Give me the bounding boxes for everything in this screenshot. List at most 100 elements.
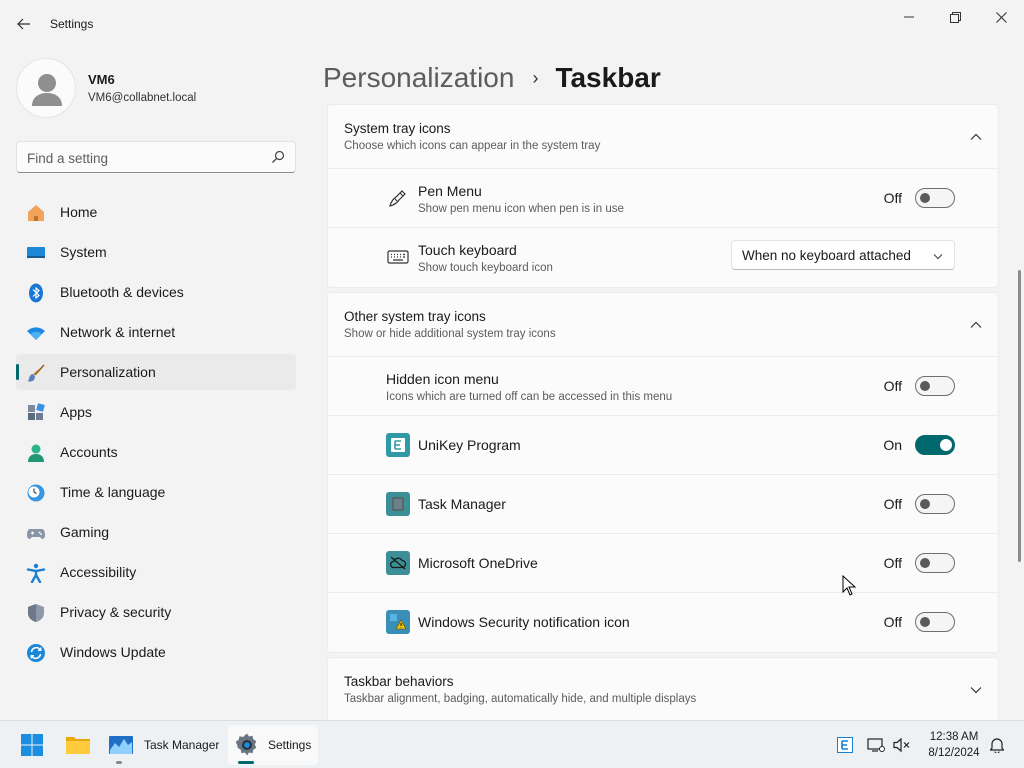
back-button[interactable] <box>12 12 36 36</box>
user-name: VM6 <box>88 72 115 87</box>
sidebar-item-accounts[interactable]: Accounts <box>16 434 296 470</box>
tray-volume[interactable] <box>890 725 914 765</box>
sidebar-item-accessibility[interactable]: Accessibility <box>16 554 296 590</box>
restore-icon <box>949 11 961 23</box>
unikey-toggle[interactable] <box>915 435 955 455</box>
sidebar-item-system[interactable]: System <box>16 234 296 270</box>
windows-security-toggle[interactable] <box>915 612 955 632</box>
start-button[interactable] <box>12 725 52 765</box>
onedrive-cloud-off-glyph <box>390 556 407 570</box>
taskbar-task-manager[interactable]: Task Manager <box>104 725 222 765</box>
dropdown-selected-value: When no keyboard attached <box>742 248 911 263</box>
unikey-tray-icon <box>837 737 853 753</box>
search-input[interactable] <box>27 148 267 168</box>
section-subtitle: Choose which icons can appear in the sys… <box>344 140 601 152</box>
taskbar-settings[interactable]: Settings <box>228 725 318 765</box>
hidden-icon-menu-row: Hidden icon menu Icons which are turned … <box>328 357 998 416</box>
system-icon <box>27 247 45 258</box>
system-tray-icons-section: System tray icons Choose which icons can… <box>327 104 999 288</box>
setting-title: Windows Security notification icon <box>418 614 630 630</box>
wifi-icon <box>27 327 45 340</box>
taskbar-behaviors-section[interactable]: Taskbar behaviors Taskbar alignment, bad… <box>327 657 999 720</box>
taskbar-file-explorer[interactable] <box>58 725 98 765</box>
taskbar-behaviors-header[interactable]: Taskbar behaviors Taskbar alignment, bad… <box>328 658 998 720</box>
user-profile[interactable]: VM6 VM6@collabnet.local <box>16 58 306 120</box>
sidebar-item-label: System <box>60 244 107 260</box>
sidebar-item-home[interactable]: Home <box>16 194 296 230</box>
setting-title: Microsoft OneDrive <box>418 555 538 571</box>
accessibility-icon <box>26 563 46 583</box>
taskbar-clock[interactable]: 12:38 AM 8/12/2024 <box>918 729 990 761</box>
restore-button[interactable] <box>932 6 978 28</box>
section-title: Taskbar behaviors <box>344 674 454 689</box>
settings-search[interactable] <box>16 141 296 173</box>
sidebar-item-network[interactable]: Network & internet <box>16 314 296 350</box>
chevron-down-icon[interactable] <box>968 682 984 698</box>
toggle-state-label: Off <box>883 555 902 571</box>
user-email: VM6@collabnet.local <box>88 92 197 104</box>
unikey-icon <box>386 433 410 457</box>
close-button[interactable] <box>978 6 1024 28</box>
toggle-knob <box>920 381 930 391</box>
search-icon[interactable] <box>271 150 285 164</box>
home-icon <box>28 205 44 221</box>
sidebar-item-bluetooth[interactable]: Bluetooth & devices <box>16 274 296 310</box>
sidebar-item-personalization[interactable]: Personalization <box>16 354 296 390</box>
taskbar-app-label: Task Manager <box>144 738 220 752</box>
sidebar-item-label: Accounts <box>60 444 118 460</box>
hidden-icon-menu-toggle[interactable] <box>915 376 955 396</box>
windows-security-row: Windows Security notification icon Off <box>328 593 998 652</box>
toggle-state-label: Off <box>883 378 902 394</box>
notifications-button[interactable] <box>986 725 1008 765</box>
toggle-state-label: On <box>883 437 902 453</box>
other-system-tray-icons-section: Other system tray icons Show or hide add… <box>327 292 999 653</box>
minimize-button[interactable] <box>886 6 932 28</box>
setting-subtitle: Icons which are turned off can be access… <box>386 391 673 403</box>
section-subtitle: Taskbar alignment, badging, automaticall… <box>344 693 697 705</box>
system-tray-icons-header[interactable]: System tray icons Choose which icons can… <box>328 105 998 169</box>
volume-muted-icon <box>893 737 910 753</box>
other-system-tray-icons-header[interactable]: Other system tray icons Show or hide add… <box>328 293 998 357</box>
onedrive-toggle[interactable] <box>915 553 955 573</box>
file-explorer-icon <box>66 737 90 754</box>
sidebar-item-label: Personalization <box>60 364 156 380</box>
setting-subtitle: Show pen menu icon when pen is in use <box>418 203 624 215</box>
title-bar: Settings <box>0 0 1024 48</box>
sidebar-item-gaming[interactable]: Gaming <box>16 514 296 550</box>
sidebar-item-time-language[interactable]: Time & language <box>16 474 296 510</box>
update-icon <box>27 644 45 662</box>
task-manager-app-icon <box>386 492 410 516</box>
sidebar-item-privacy-security[interactable]: Privacy & security <box>16 594 296 630</box>
accounts-icon <box>28 444 44 462</box>
pen-menu-row: Pen Menu Show pen menu icon when pen is … <box>328 169 998 228</box>
section-subtitle: Show or hide additional system tray icon… <box>344 328 556 340</box>
keyboard-icon <box>387 250 409 264</box>
sidebar-item-windows-update[interactable]: Windows Update <box>16 634 296 670</box>
chevron-up-icon[interactable] <box>968 317 984 333</box>
task-manager-toggle[interactable] <box>915 494 955 514</box>
content-scrollbar[interactable] <box>1018 270 1021 562</box>
breadcrumb-separator: › <box>532 67 539 88</box>
chevron-up-icon[interactable] <box>968 129 984 145</box>
task-manager-icon <box>109 736 133 754</box>
sidebar-item-label: Windows Update <box>60 644 166 660</box>
task-manager-glyph <box>392 497 404 511</box>
tray-unikey[interactable] <box>834 725 856 765</box>
unikey-row: UniKey Program On <box>328 416 998 475</box>
minimize-icon <box>904 16 914 18</box>
sidebar-item-apps[interactable]: Apps <box>16 394 296 430</box>
toggle-knob <box>920 558 930 568</box>
shield-icon <box>28 604 44 622</box>
close-icon <box>995 11 1007 23</box>
touch-keyboard-dropdown[interactable]: When no keyboard attached <box>731 240 955 270</box>
setting-subtitle: Show touch keyboard icon <box>418 262 553 274</box>
apps-icon <box>28 403 45 420</box>
taskbar-app-label: Settings <box>268 738 312 752</box>
breadcrumb-parent-link[interactable]: Personalization <box>323 62 514 94</box>
tray-network[interactable] <box>864 725 888 765</box>
sidebar-nav: Home System Bluetooth & devices Network … <box>16 194 296 674</box>
section-title: Other system tray icons <box>344 309 486 324</box>
pen-menu-toggle[interactable] <box>915 188 955 208</box>
sidebar-item-label: Apps <box>60 404 92 420</box>
toggle-knob <box>920 499 930 509</box>
